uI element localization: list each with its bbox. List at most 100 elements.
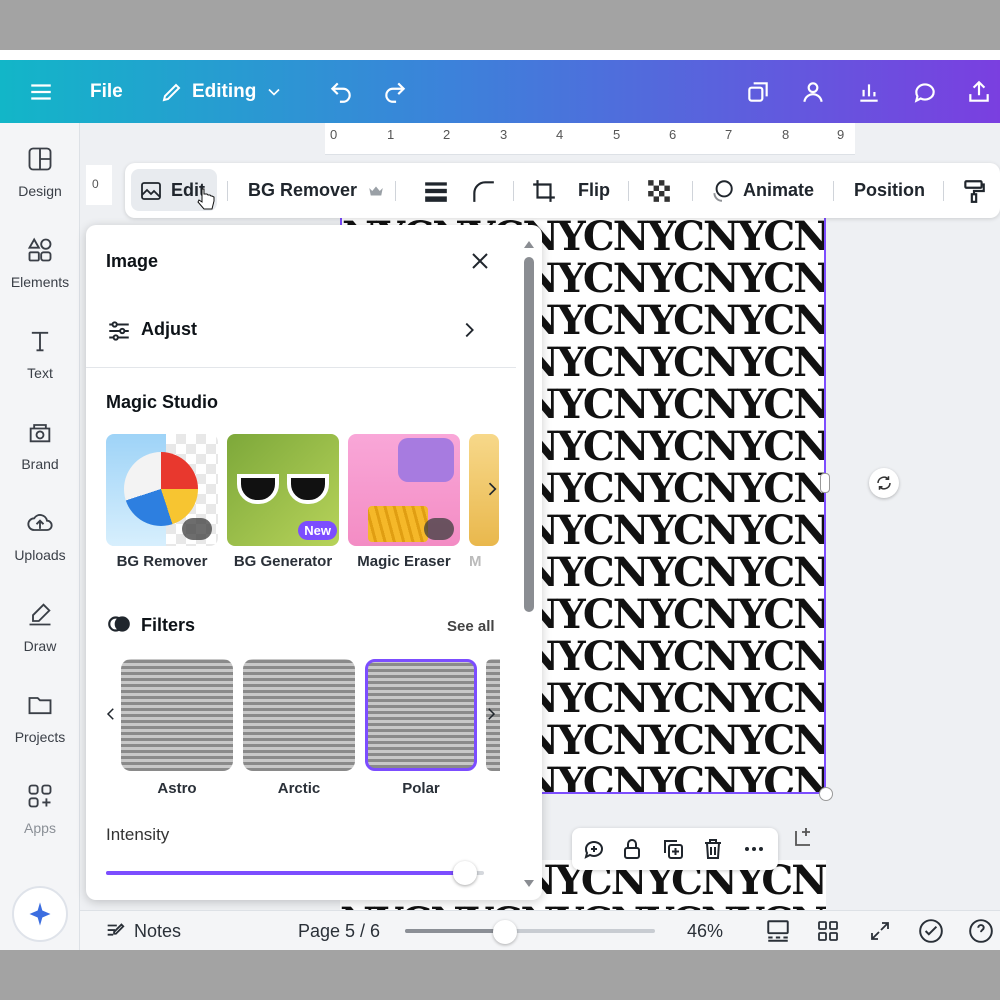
comment-add-icon[interactable] (582, 837, 606, 861)
carousel-next-icon[interactable] (482, 705, 500, 728)
fullscreen-icon[interactable] (868, 911, 892, 950)
carousel-prev-icon[interactable] (102, 705, 120, 728)
ruler-tick: 0 (330, 127, 338, 142)
intensity-slider-knob[interactable] (453, 861, 478, 885)
scroll-down-icon (524, 880, 534, 887)
duplicate-icon[interactable] (661, 837, 685, 861)
check-icon[interactable] (918, 911, 944, 950)
shapes-icon (27, 237, 52, 262)
lock-icon[interactable] (620, 837, 644, 861)
zoom-slider-knob[interactable] (493, 920, 517, 944)
position-button[interactable]: Position (854, 163, 925, 218)
bg-generator-tool[interactable]: New (227, 434, 339, 546)
sidebar-item-elements[interactable]: Elements (0, 236, 80, 290)
sidebar-item-label: Brand (21, 456, 59, 472)
sidebar-item-brand[interactable]: Brand (0, 418, 80, 472)
carousel-next-icon[interactable] (482, 479, 502, 504)
scroll-up-icon (524, 241, 534, 248)
intensity-label: Intensity (106, 825, 170, 844)
sidebar-item-projects[interactable]: Projects (0, 691, 80, 745)
bg-remover-label: BG Remover (248, 180, 358, 200)
chevron-right-icon (465, 322, 474, 338)
divider (692, 181, 693, 201)
sparkle-icon (29, 902, 51, 926)
bg-remover-tool[interactable] (106, 434, 218, 546)
upload-share-icon[interactable] (966, 60, 992, 123)
adjust-label: Adjust (141, 319, 197, 339)
scroll-thumb[interactable] (524, 257, 534, 612)
notes-label: Notes (134, 920, 182, 941)
transparency-icon (648, 179, 670, 202)
ruler-tick: 3 (500, 127, 508, 142)
folder-icon (28, 697, 52, 715)
cursor-hand-icon (197, 188, 215, 210)
text-icon (31, 331, 49, 352)
adjust-row[interactable]: Adjust (86, 305, 516, 355)
filter-astro[interactable] (121, 659, 233, 771)
add-page-icon[interactable] (792, 825, 816, 849)
panel-scrollbar[interactable] (523, 239, 535, 889)
app-window: File Editing Design Elements Text Brand … (0, 50, 1000, 950)
page-indicator[interactable]: Page 5 / 6 (298, 911, 380, 950)
fries-image (368, 506, 428, 542)
filter-polar[interactable] (365, 659, 477, 771)
element-actions-bar (572, 828, 778, 870)
corner-rounding-button[interactable] (470, 163, 496, 218)
transparency-button[interactable] (646, 163, 672, 218)
copy-style-button[interactable] (961, 163, 987, 218)
divider (943, 181, 944, 201)
zoom-level[interactable]: 46% (687, 911, 723, 950)
resize-icon[interactable] (745, 60, 771, 123)
redo-icon[interactable] (382, 60, 408, 123)
chevron-down-icon (268, 88, 280, 96)
animate-button[interactable]: Animate (709, 163, 814, 218)
menu-icon[interactable] (28, 60, 54, 123)
border-weight-button[interactable] (423, 163, 449, 218)
apps-icon (28, 784, 52, 808)
magic-button[interactable] (12, 886, 68, 942)
more-options-icon[interactable] (742, 837, 766, 861)
filter-arctic[interactable] (243, 659, 355, 771)
magic-eraser-tool[interactable] (348, 434, 460, 546)
crown-icon (369, 186, 383, 195)
sliders-icon (109, 321, 129, 341)
flip-button[interactable]: Flip (578, 163, 610, 218)
editing-menu[interactable]: Editing (160, 60, 284, 123)
comment-icon[interactable] (912, 60, 938, 123)
new-badge: New (298, 521, 337, 540)
crown-badge (182, 518, 212, 540)
ruler-tick: 5 (613, 127, 621, 142)
rotate-handle[interactable] (869, 468, 899, 498)
filter-label: Polar (402, 780, 440, 797)
share-people-icon[interactable] (800, 60, 826, 123)
file-menu[interactable]: File (90, 60, 123, 123)
divider (628, 181, 629, 201)
grid-view-icon[interactable] (816, 911, 840, 950)
sidebar-item-uploads[interactable]: Uploads (0, 509, 80, 563)
sidebar-item-draw[interactable]: Draw (0, 600, 80, 654)
page-view-icon[interactable] (765, 911, 791, 950)
bg-remover-button[interactable]: BG Remover (248, 163, 385, 218)
see-all-link[interactable]: See all (447, 618, 495, 635)
animate-icon (713, 179, 733, 202)
undo-icon[interactable] (328, 60, 354, 123)
close-icon[interactable] (468, 249, 492, 278)
insights-icon[interactable] (856, 60, 882, 123)
notes-button[interactable]: Notes (104, 911, 181, 950)
beach-ball-image (124, 452, 198, 526)
ruler-tick: 2 (443, 127, 451, 142)
sidebar-item-label: Uploads (14, 547, 66, 563)
sidebar-item-design[interactable]: Design (0, 145, 80, 199)
help-icon[interactable] (968, 911, 994, 950)
side-handle[interactable] (820, 473, 830, 493)
ruler-tick: 1 (387, 127, 395, 142)
tool-label: BG Generator (233, 553, 333, 570)
sidebar-item-apps[interactable]: Apps (0, 782, 80, 836)
ruler-tick: 7 (725, 127, 733, 142)
crop-button[interactable] (531, 163, 557, 218)
trash-icon[interactable] (701, 837, 725, 861)
resize-handle[interactable] (819, 787, 833, 801)
sidebar-item-text[interactable]: Text (0, 327, 80, 381)
tool-label: M (469, 553, 482, 570)
pencil-icon (162, 83, 181, 101)
